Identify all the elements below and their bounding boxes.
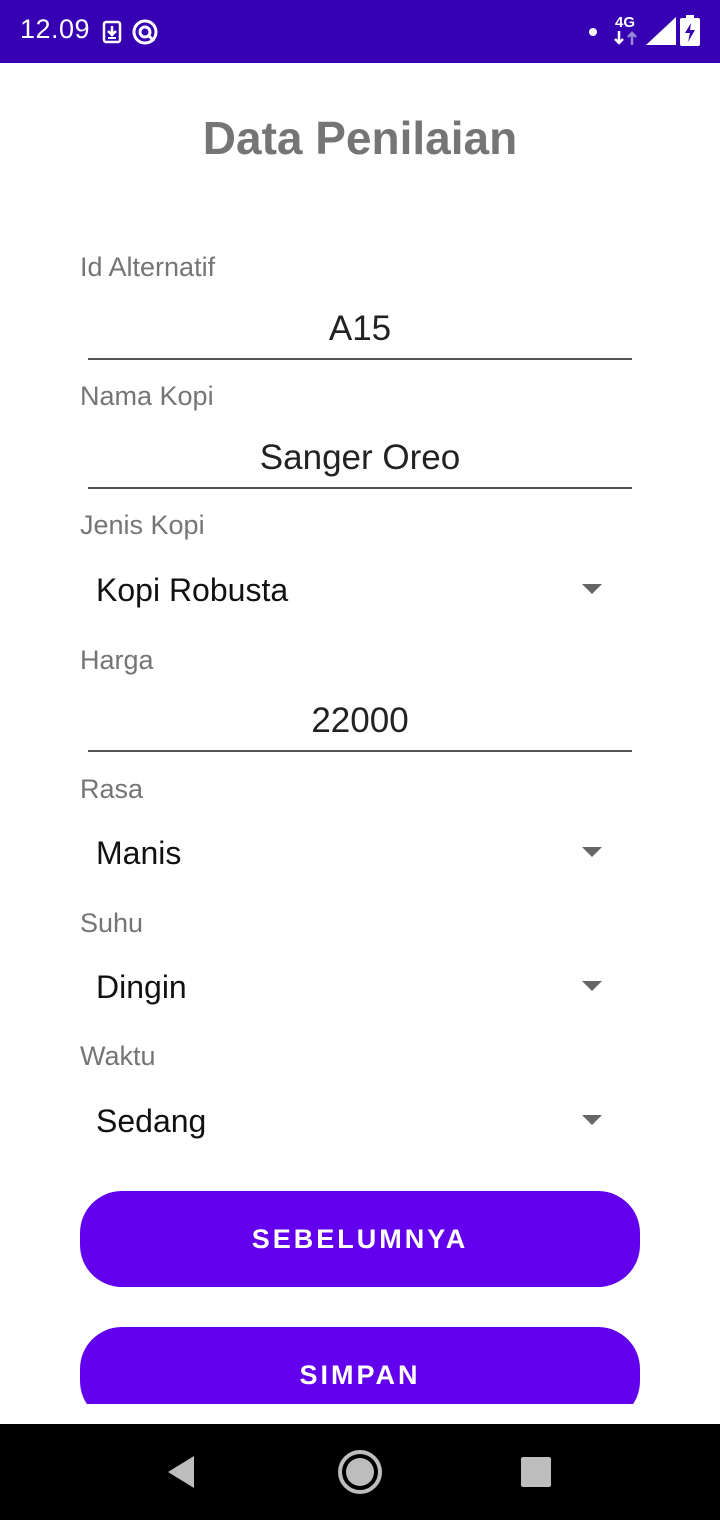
waktu-dropdown[interactable]: Sedang (80, 1091, 640, 1155)
rasa-selected: Manis (96, 835, 182, 871)
status-bar: 12.09 4G (0, 0, 720, 63)
id-alternatif-input[interactable] (88, 300, 632, 360)
id-alternatif-label: Id Alternatif (80, 252, 216, 282)
harga-label: Harga (80, 645, 154, 675)
recents-icon[interactable] (518, 1454, 554, 1490)
waktu-selected: Sedang (96, 1103, 207, 1139)
jenis-kopi-selected: Kopi Robusta (96, 572, 289, 608)
page-title: Data Penilaian (202, 112, 518, 164)
suhu-label: Suhu (80, 908, 144, 938)
harga-input[interactable] (88, 692, 632, 752)
dropdown-arrow-icon (582, 1115, 602, 1125)
vpn-icon (132, 19, 158, 45)
signal-icon (646, 17, 676, 45)
jenis-kopi-label: Jenis Kopi (80, 510, 205, 540)
back-icon[interactable] (162, 1452, 202, 1492)
suhu-selected: Dingin (96, 969, 187, 1005)
dropdown-arrow-icon (582, 847, 602, 857)
previous-button[interactable]: SEBELUMNYA (80, 1191, 640, 1287)
jenis-kopi-dropdown[interactable]: Kopi Robusta (80, 560, 640, 624)
save-button[interactable]: SIMPAN (80, 1327, 640, 1404)
rasa-dropdown[interactable]: Manis (80, 823, 640, 887)
navigation-bar (0, 1424, 720, 1520)
suhu-dropdown[interactable]: Dingin (80, 957, 640, 1021)
form-content[interactable]: Data Penilaian Id Alternatif Nama Kopi J… (0, 63, 720, 1404)
dropdown-arrow-icon (582, 584, 602, 594)
nama-kopi-label: Nama Kopi (80, 381, 214, 411)
home-icon[interactable] (336, 1448, 384, 1496)
data-arrows-icon (614, 31, 637, 45)
status-time: 12.09 (20, 14, 91, 44)
nama-kopi-input[interactable] (88, 429, 632, 489)
dropdown-arrow-icon (582, 981, 602, 991)
waktu-label: Waktu (80, 1041, 156, 1071)
download-icon (102, 20, 122, 44)
battery-charging-icon (680, 15, 700, 46)
network-type-label: 4G (615, 14, 636, 31)
rasa-label: Rasa (80, 774, 144, 804)
notification-dot-icon (589, 28, 597, 36)
